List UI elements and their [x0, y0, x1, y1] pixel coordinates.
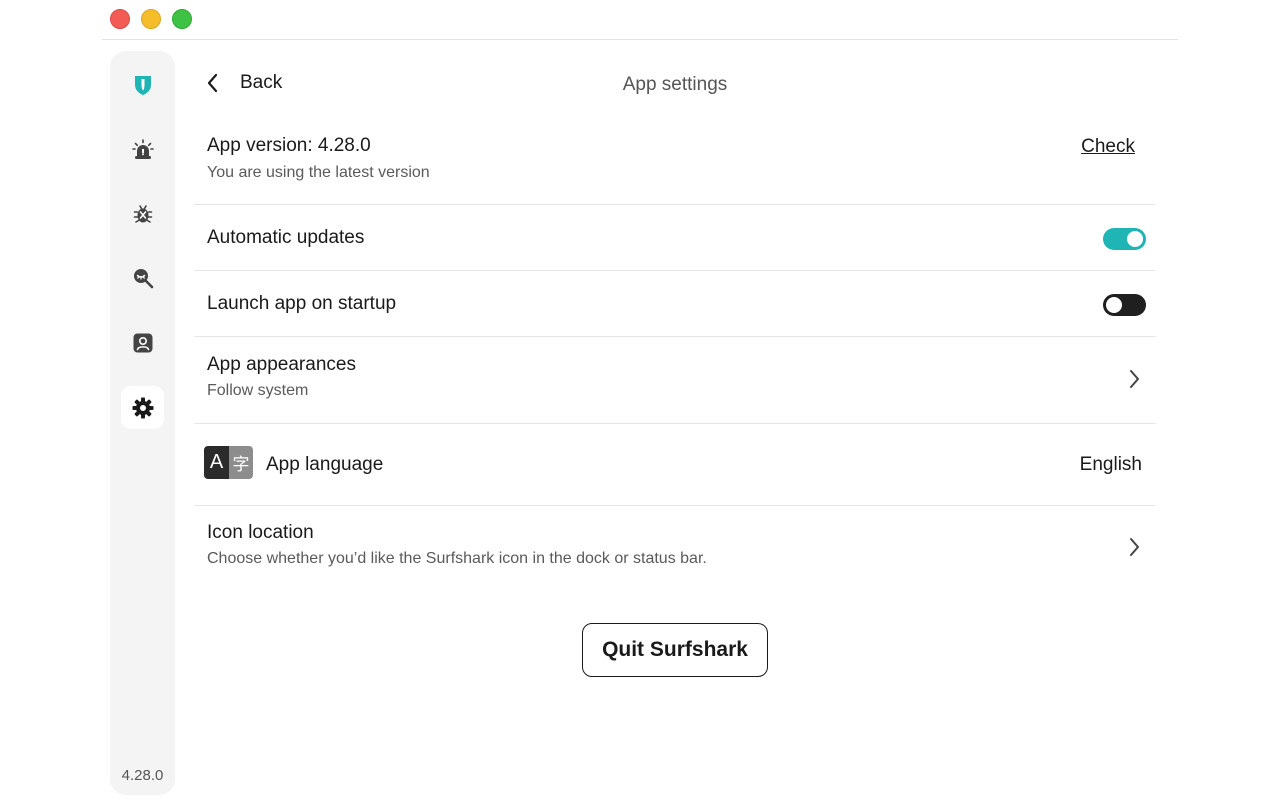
app-appearances-row[interactable]: App appearances Follow system [194, 337, 1156, 424]
alert-icon [131, 138, 154, 159]
sidebar-item-search[interactable] [121, 256, 164, 299]
language-icon-latin: A [204, 446, 229, 479]
sidebar-item-account[interactable] [121, 321, 164, 364]
language-icon-cjk: 字 [229, 446, 253, 479]
toggle-knob [1106, 297, 1122, 313]
app-language-value: English [1079, 454, 1142, 475]
sidebar: 4.28.0 [110, 51, 175, 795]
icon-location-row[interactable]: Icon location Choose whether you’d like … [194, 506, 1156, 589]
window-titlebar [102, 0, 1178, 40]
automatic-updates-label: Automatic updates [207, 227, 365, 248]
app-language-row[interactable]: A 字 App language English [194, 424, 1156, 506]
page-title: App settings [622, 74, 728, 95]
gear-icon [132, 397, 153, 418]
account-icon [133, 333, 152, 352]
sidebar-item-home[interactable] [121, 63, 164, 106]
icon-location-description: Choose whether you’d like the Surfshark … [207, 550, 707, 567]
sidebar-item-alert[interactable] [121, 128, 164, 171]
language-icon: A 字 [204, 446, 253, 479]
automatic-updates-toggle[interactable] [1103, 228, 1146, 250]
quit-button[interactable]: Quit Surfshark [582, 623, 768, 677]
icon-location-label: Icon location [207, 522, 314, 543]
sidebar-item-antivirus[interactable] [121, 192, 164, 235]
launch-on-startup-row: Launch app on startup [194, 271, 1156, 337]
zoom-window-button[interactable] [172, 9, 192, 29]
app-appearances-label: App appearances [207, 354, 356, 375]
launch-on-startup-label: Launch app on startup [207, 293, 397, 314]
app-version-status: You are using the latest version [207, 164, 430, 181]
launch-on-startup-toggle[interactable] [1103, 294, 1146, 316]
app-language-label: App language [266, 454, 384, 475]
toggle-knob [1127, 231, 1143, 247]
search-icon [133, 268, 153, 288]
surfshark-logo-icon [134, 75, 151, 95]
page-header: Back App settings [194, 62, 1156, 110]
chevron-right-icon [1130, 370, 1139, 388]
minimize-window-button[interactable] [141, 9, 161, 29]
sidebar-version: 4.28.0 [121, 767, 164, 784]
automatic-updates-row: Automatic updates [194, 205, 1156, 271]
chevron-right-icon [1130, 538, 1139, 556]
check-updates-link[interactable]: Check [1081, 136, 1135, 158]
antivirus-icon [133, 204, 152, 223]
sidebar-item-settings[interactable] [121, 386, 164, 429]
app-appearances-value: Follow system [207, 382, 309, 399]
app-version-row: App version: 4.28.0 You are using the la… [194, 124, 1156, 205]
app-version-title: App version: 4.28.0 [207, 135, 371, 156]
close-window-button[interactable] [110, 9, 130, 29]
